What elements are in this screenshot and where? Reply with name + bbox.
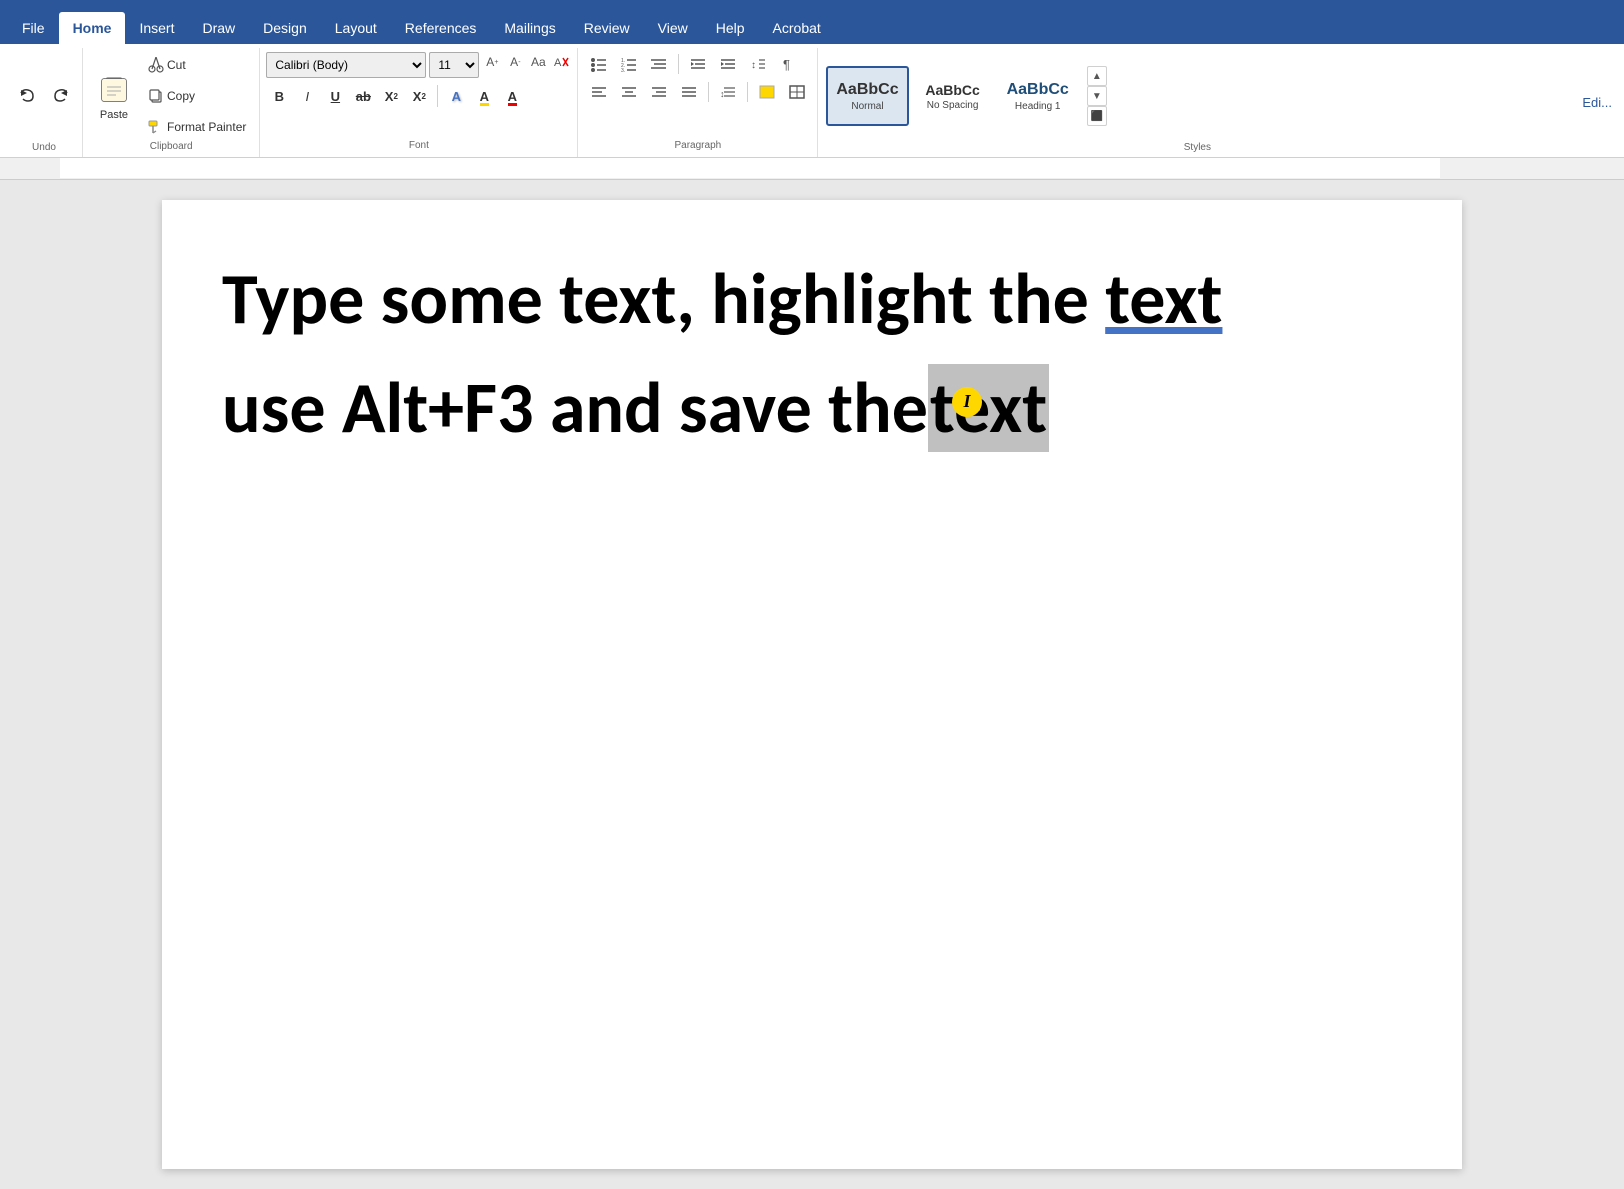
change-case-button[interactable]: Aa [528,52,548,72]
format-painter-label: Format Painter [167,120,246,134]
tab-insert[interactable]: Insert [125,12,188,44]
shading-button[interactable] [753,80,781,104]
redo-button[interactable] [46,82,76,110]
paragraph-group: 1.2.3. ↕ ¶ [578,48,818,157]
svg-text:¶: ¶ [783,57,790,72]
borders-button[interactable] [783,80,811,104]
undo-group: Undo [6,48,83,157]
show-marks-button[interactable]: ¶ [774,52,802,76]
font-shrink-button[interactable]: A- [505,52,525,72]
line2-text-start: use Alt+F3 and save the [222,369,928,448]
text-highlight-button[interactable]: A [471,83,497,109]
subscript-button[interactable]: X2 [378,83,404,109]
document-page[interactable]: Type some text, highlight the text use A… [162,200,1462,1169]
tab-view[interactable]: View [644,12,702,44]
bullets-button[interactable] [585,52,613,76]
align-left-button[interactable] [585,80,613,104]
style-no-spacing-preview: AaBbCc [925,82,979,98]
copy-button[interactable]: Copy [143,82,251,110]
selected-text: text [928,364,1049,452]
svg-text:↕: ↕ [720,89,725,99]
cut-button[interactable]: Cut [143,51,251,79]
tab-home[interactable]: Home [59,12,126,44]
tab-references[interactable]: References [391,12,491,44]
style-normal-preview: AaBbCc [836,81,898,99]
align-right-button[interactable] [645,80,673,104]
undo-group-label: Undo [12,142,76,155]
styles-group: AaBbCc Normal AaBbCc No Spacing AaBbCc H… [818,48,1576,157]
numbering-button[interactable]: 1.2.3. [615,52,643,76]
tab-layout[interactable]: Layout [321,12,391,44]
superscript-button[interactable]: X2 [406,83,432,109]
styles-scroll: ▲ ▼ ⬛ [1087,66,1107,126]
underline-button[interactable]: U [322,83,348,109]
sort-button[interactable]: ↕ [744,52,772,76]
tab-review[interactable]: Review [570,12,644,44]
italic-button[interactable]: I [294,83,320,109]
cut-label: Cut [167,58,186,72]
tab-mailings[interactable]: Mailings [490,12,569,44]
tab-help[interactable]: Help [702,12,759,44]
document-line1: Type some text, highlight the text [222,260,1382,339]
align-center-button[interactable] [615,80,643,104]
tab-file[interactable]: File [8,12,59,44]
style-heading-label: Heading 1 [1015,101,1061,112]
clipboard-label: Clipboard [91,141,251,154]
svg-text:3.: 3. [621,68,625,73]
styles-group-label: Styles [826,142,1568,155]
text-cursor-indicator: I [952,387,982,417]
undo-button[interactable] [12,82,42,110]
paste-button[interactable]: Paste [91,66,137,126]
bold-button[interactable]: B [266,83,292,109]
ribbon-tabs: File Home Insert Draw Design Layout Refe… [0,0,1624,44]
increase-indent-button[interactable] [714,52,742,76]
clear-format-button[interactable]: A [551,52,571,72]
text-effect-button[interactable]: A [443,83,469,109]
font-size-select[interactable]: 11 [429,52,479,78]
style-no-spacing-label: No Spacing [927,100,979,111]
selected-text-container: text [928,369,1049,448]
format-painter-button[interactable]: Format Painter [143,113,251,141]
tab-draw[interactable]: Draw [188,12,249,44]
style-heading-button[interactable]: AaBbCc Heading 1 [997,66,1079,126]
font-group-label: Font [266,140,571,153]
font-color-button[interactable]: A [499,83,525,109]
style-normal-label: Normal [851,101,883,112]
font-group: Calibri (Body) 11 A+ A- Aa A B I U ab X2… [260,48,578,157]
justify-button[interactable] [675,80,703,104]
styles-scroll-up[interactable]: ▲ [1087,66,1107,86]
style-heading-preview: AaBbCc [1007,81,1069,99]
paste-label: Paste [100,109,128,121]
paragraph-group-label: Paragraph [584,140,811,153]
style-no-spacing-button[interactable]: AaBbCc No Spacing [913,66,993,126]
ruler: // Inline JS won't run in SVG context, h… [0,158,1624,180]
decrease-indent-button[interactable] [684,52,712,76]
styles-expand[interactable]: ⬛ [1087,106,1107,126]
line-spacing-button[interactable]: ↕ [714,80,742,104]
font-family-select[interactable]: Calibri (Body) [266,52,426,78]
document-line2: use Alt+F3 and save the I text [222,369,1382,448]
multilevel-list-button[interactable] [645,52,673,76]
font-grow-button[interactable]: A+ [482,52,502,72]
ribbon-toolbar: Undo Paste [0,44,1624,158]
styles-scroll-down[interactable]: ▼ [1087,86,1107,106]
svg-text:A: A [554,57,562,69]
style-normal-button[interactable]: AaBbCc Normal [826,66,908,126]
text-underline-word: text [1105,255,1222,343]
copy-label: Copy [167,89,195,103]
edit-label[interactable]: Edi... [1582,95,1612,110]
tab-acrobat[interactable]: Acrobat [759,12,835,44]
clipboard-group: Paste Cut Copy Format Painter Clipboard [83,48,260,157]
svg-text:↕: ↕ [751,60,756,71]
strikethrough-button[interactable]: ab [350,83,376,109]
tab-design[interactable]: Design [249,12,321,44]
document-area: Type some text, highlight the text use A… [0,180,1624,1189]
edit-group: Edi... [1576,48,1618,157]
